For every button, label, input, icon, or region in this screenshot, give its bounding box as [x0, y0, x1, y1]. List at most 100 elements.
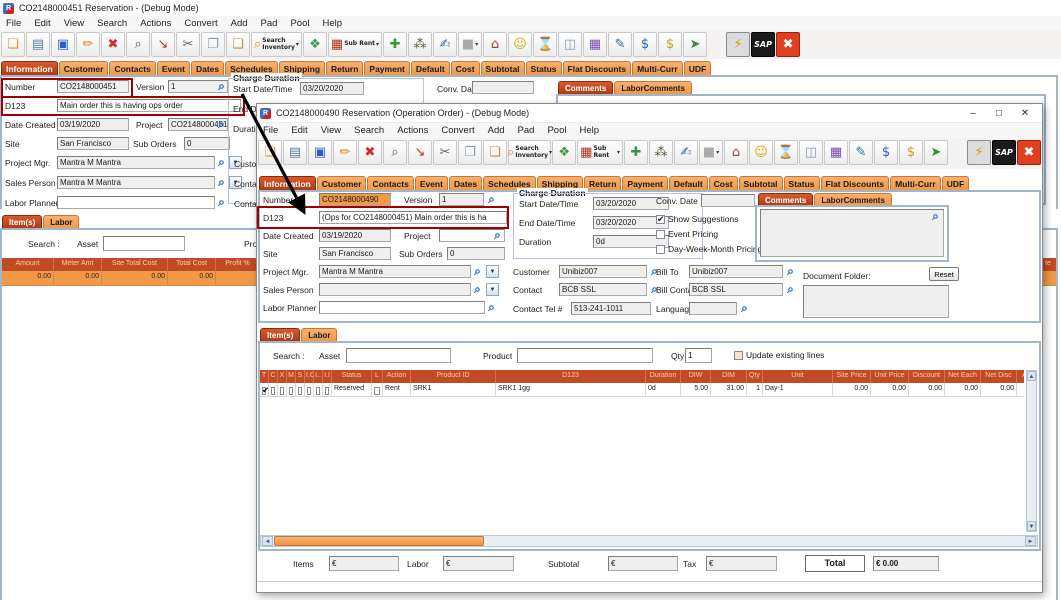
tab[interactable]: Information	[259, 176, 316, 190]
menu-item[interactable]: Help	[579, 125, 599, 136]
menu-item[interactable]: Actions	[397, 125, 428, 136]
tab[interactable]: Comments	[558, 81, 613, 94]
column-header[interactable]: Net Disc	[981, 370, 1017, 383]
tab[interactable]: Default	[411, 61, 450, 75]
tab[interactable]: Item(s)	[2, 215, 42, 228]
row-checkbox[interactable]	[374, 387, 380, 395]
update-existing-lines-checkbox[interactable]: Update existing lines	[734, 350, 824, 360]
tab[interactable]: Flat Discounts	[563, 61, 632, 75]
column-header[interactable]: Meter Amt	[54, 258, 102, 271]
edit-pencil-icon[interactable]: ✏	[76, 32, 100, 57]
search-icon[interactable]: ⌕	[485, 193, 498, 206]
project-mgr-field[interactable]: Mantra M Mantra	[319, 265, 471, 278]
row-checkbox[interactable]	[280, 387, 284, 395]
column-header[interactable]: L	[372, 370, 383, 383]
tab[interactable]: Customer	[317, 176, 367, 190]
bg-asset-input[interactable]	[103, 236, 185, 251]
column-header[interactable]: A	[1017, 370, 1024, 383]
menu-item[interactable]: Pad	[518, 125, 535, 136]
checkbox[interactable]: Show Suggestions	[656, 214, 738, 224]
cube-icon[interactable]: ❖	[303, 32, 327, 57]
tab[interactable]: Item(s)	[260, 328, 300, 341]
new-document-icon[interactable]: ❏	[1, 32, 25, 57]
column-header[interactable]: Action	[383, 370, 411, 383]
export-page-icon[interactable]: ↘	[408, 140, 432, 165]
column-header[interactable]: S	[296, 370, 305, 383]
mouse-button-icon[interactable]: ◫	[558, 32, 582, 57]
menu-item[interactable]: Edit	[291, 125, 307, 136]
tab[interactable]: Information	[1, 61, 58, 75]
save-icon[interactable]: ▣	[308, 140, 332, 165]
tab[interactable]: Contacts	[109, 61, 155, 75]
column-header[interactable]: Total Cost	[168, 258, 216, 271]
menu-item[interactable]: Pool	[547, 125, 566, 136]
sap-icon[interactable]: SAP	[751, 32, 775, 57]
search-icon[interactable]: ⌕	[471, 283, 484, 296]
smiley-icon[interactable]: ☺	[508, 32, 532, 57]
bg-start-date-field[interactable]: 03/20/2020	[300, 82, 364, 95]
color-books-icon[interactable]: ▦	[824, 140, 848, 165]
tab[interactable]: Payment	[364, 61, 409, 75]
spheres-group-icon[interactable]: ⁂	[649, 140, 673, 165]
search-icon[interactable]: ⌕	[485, 301, 498, 314]
bg-date-created-field[interactable]: 03/19/2020	[57, 118, 129, 131]
contact-field[interactable]: BCB SSL	[559, 283, 647, 296]
menu-item[interactable]: View	[321, 125, 341, 136]
search-icon[interactable]: ⌕	[215, 156, 228, 169]
tab[interactable]: Return	[584, 176, 621, 190]
search-icon[interactable]: ⌕	[491, 229, 504, 242]
edit-pencil-icon[interactable]: ✏	[333, 140, 357, 165]
menu-item[interactable]: Convert	[441, 125, 474, 136]
number-field[interactable]: CO2148000490	[319, 193, 391, 206]
find-binoculars-icon[interactable]: ⌕	[383, 140, 407, 165]
tab[interactable]: Cost	[451, 61, 480, 75]
menu-item[interactable]: File	[263, 125, 278, 136]
add-plusminus-icon[interactable]: ✚	[624, 140, 648, 165]
row-checkbox[interactable]	[298, 387, 302, 395]
cube-icon[interactable]: ❖	[552, 140, 576, 165]
menu-item[interactable]: Search	[354, 125, 384, 136]
search-icon[interactable]: ⌕	[215, 176, 228, 189]
search-icon[interactable]: ⌕	[215, 118, 228, 131]
column-header[interactable]: Unit	[763, 370, 833, 383]
horizontal-scrollbar[interactable]: ◄ ►	[260, 535, 1038, 547]
tab[interactable]: Labor	[301, 328, 337, 341]
notepad-pencil-icon[interactable]: ✎	[849, 140, 873, 165]
site-field[interactable]: San Francisco	[319, 247, 391, 260]
save-icon[interactable]: ▣	[51, 32, 75, 57]
smiley-icon[interactable]: ☺	[749, 140, 773, 165]
lightning-icon[interactable]: ⚡	[726, 32, 750, 57]
scroll-up-icon[interactable]: ▲	[1027, 371, 1036, 381]
customer-field[interactable]: Unibiz007	[559, 265, 647, 278]
comments-box[interactable]	[760, 209, 944, 257]
vertical-scrollbar[interactable]: ▲ ▼	[1026, 370, 1037, 532]
tab[interactable]: Subtotal	[481, 61, 525, 75]
version-field[interactable]: 1	[439, 193, 484, 206]
tab[interactable]: Cost	[709, 176, 738, 190]
column-header[interactable]: T	[260, 370, 269, 383]
row-checkbox[interactable]	[307, 387, 311, 395]
delete-icon[interactable]: ✖	[101, 32, 125, 57]
tab[interactable]: LaborComments	[614, 81, 692, 94]
column-header[interactable]: Product ID	[411, 370, 496, 383]
export-page-icon[interactable]: ↘	[151, 32, 175, 57]
column-header[interactable]: DIW	[681, 370, 711, 383]
write-note-icon[interactable]: ✍	[674, 140, 698, 165]
bg-project-mgr-field[interactable]: Mantra M Mantra	[57, 156, 215, 169]
row-checkbox[interactable]	[289, 387, 293, 395]
cut-icon[interactable]: ✂	[176, 32, 200, 57]
truck-icon[interactable]: ➤	[924, 140, 948, 165]
column-header[interactable]: I..	[314, 370, 323, 383]
find-binoculars-icon[interactable]: ⌕	[126, 32, 150, 57]
checkbox[interactable]: Day-Week-Month Pricing	[656, 244, 762, 254]
paste-icon[interactable]: ❑	[226, 32, 250, 57]
total-button[interactable]: Total	[805, 555, 865, 572]
notepad-pencil-icon[interactable]: ✎	[608, 32, 632, 57]
tab[interactable]: Multi-Curr	[632, 61, 683, 75]
column-header[interactable]: X	[278, 370, 287, 383]
spheres-group-icon[interactable]: ⁂	[408, 32, 432, 57]
tab[interactable]: UDF	[684, 61, 711, 75]
menu-item[interactable]: Convert	[184, 18, 217, 29]
paste-icon[interactable]: ❑	[483, 140, 507, 165]
tab[interactable]: Subtotal	[739, 176, 783, 190]
